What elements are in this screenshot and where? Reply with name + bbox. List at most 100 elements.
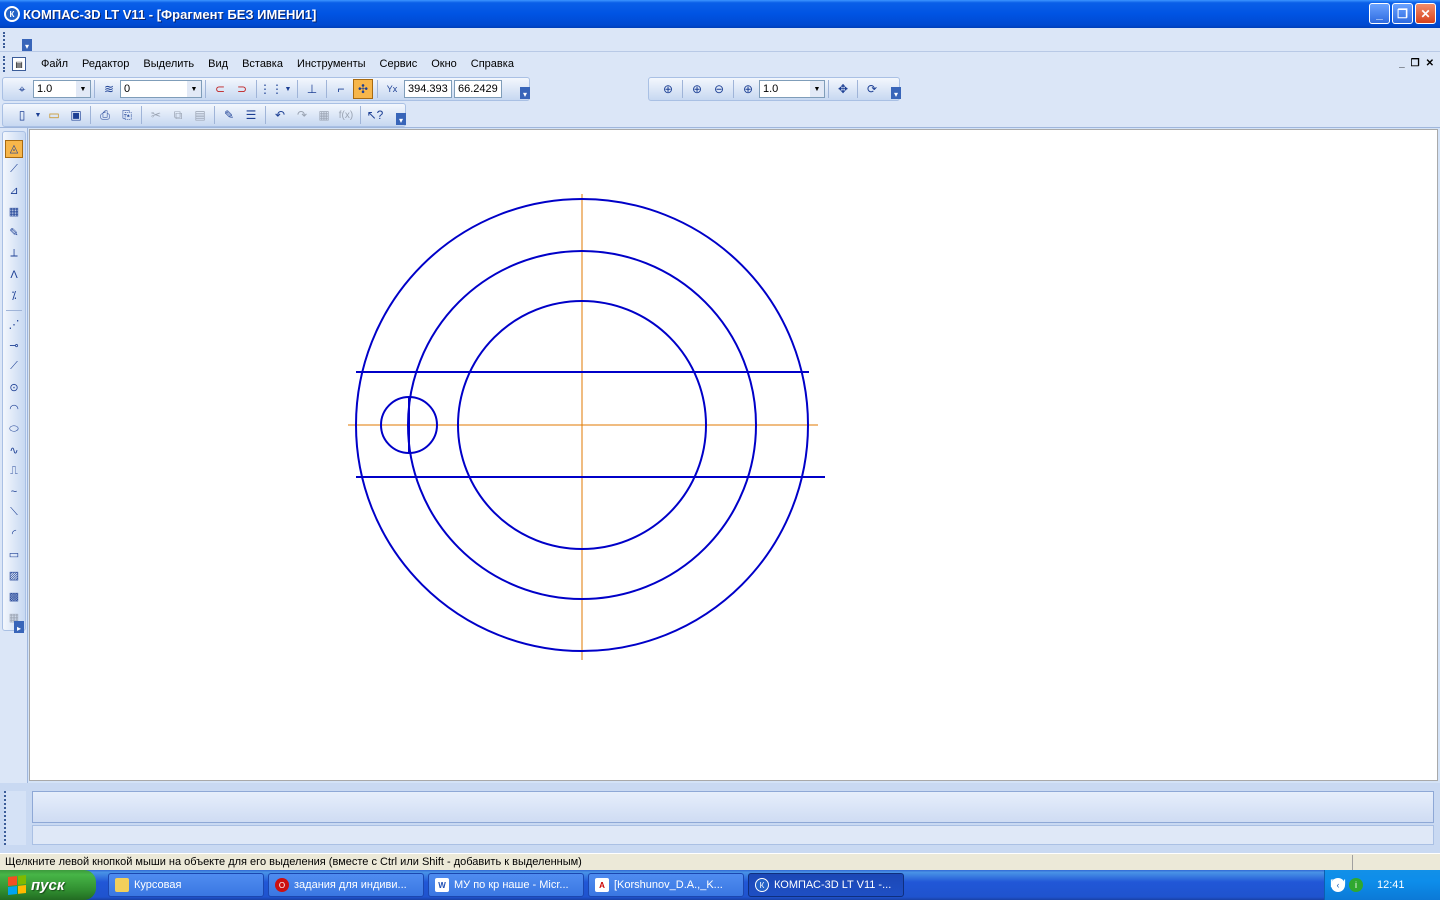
print-preview-icon[interactable]: ⎙ <box>95 105 115 125</box>
info-icon[interactable]: i <box>1349 878 1363 892</box>
redo-icon[interactable]: ↷ <box>292 105 312 125</box>
zoom-in-icon[interactable]: ⊕ <box>687 79 707 99</box>
undo-icon[interactable]: ↶ <box>270 105 290 125</box>
mdi-close-button[interactable]: ✕ <box>1426 58 1434 69</box>
fill-tool-icon[interactable]: ▩ <box>5 588 23 605</box>
toolbar-chevron-icon[interactable]: ▾ <box>22 39 32 51</box>
copy-icon[interactable]: ⧉ <box>168 105 188 125</box>
arc-tool-icon[interactable]: ◠ <box>5 399 23 416</box>
snap-mode-icon[interactable]: ✣ <box>353 79 373 99</box>
new-document-icon[interactable]: ▯ <box>12 105 32 125</box>
menu-editor[interactable]: Редактор <box>75 58 136 70</box>
grid-icon[interactable]: ⋮⋮ <box>259 79 283 99</box>
snap-point-icon[interactable]: ⌖ <box>12 79 32 99</box>
compact-panel-buttons: ◬ ⟋ ⊿ ▦ ✎ ⟂ Λ ⁒ ⋰ ⊸ ⟋ ⊙ ◠ ⬭ ∿ ⎍ ~ ⟍ ◜ ▭ … <box>2 131 26 631</box>
save-icon[interactable]: ▣ <box>66 105 86 125</box>
print-icon[interactable]: ⎘ <box>117 105 137 125</box>
zoom-combo[interactable]: 1.0 ▼ <box>759 80 825 98</box>
task-opera[interactable]: O задания для индиви... <box>268 873 424 897</box>
spec-tab-icon[interactable]: ⁒ <box>5 287 23 304</box>
minimize-button[interactable]: _ <box>1369 3 1390 24</box>
compact-panel: ◬ ⟋ ⊿ ▦ ✎ ⟂ Λ ⁒ ⋰ ⊸ ⟋ ⊙ ◠ ⬭ ∿ ⎍ ~ ⟍ ◜ ▭ … <box>0 128 28 788</box>
hatch-tool-icon[interactable]: ▨ <box>5 567 23 584</box>
menu-tools[interactable]: Инструменты <box>290 58 373 70</box>
designations-tab-icon[interactable]: ⊿ <box>5 182 23 199</box>
parametrization-tab-icon[interactable]: ✎ <box>5 224 23 241</box>
mdi-restore-button[interactable]: ❐ <box>1411 58 1420 69</box>
menu-file[interactable]: Файл <box>34 58 75 70</box>
layer-combo[interactable]: 0 ▼ <box>120 80 202 98</box>
menu-help[interactable]: Справка <box>464 58 521 70</box>
document-icon[interactable]: ▤ <box>12 57 26 71</box>
language-indicator[interactable]: RU <box>1330 878 1346 890</box>
spline-tool-icon[interactable]: ∿ <box>5 441 23 458</box>
menu-select[interactable]: Выделить <box>136 58 201 70</box>
library-icon[interactable]: ▦ <box>314 105 334 125</box>
drawing-canvas[interactable] <box>29 129 1438 781</box>
fillet-tool-icon[interactable]: ◜ <box>5 525 23 542</box>
cut-icon[interactable]: ✂ <box>146 105 166 125</box>
properties-icon[interactable]: ☰ <box>241 105 261 125</box>
chevron-down-icon[interactable]: ▼ <box>810 81 824 97</box>
aux-line-tool-icon[interactable]: ⊸ <box>5 337 23 354</box>
local-cs-icon[interactable]: ⊥ <box>302 79 322 99</box>
layers-icon[interactable]: ≋ <box>99 79 119 99</box>
geometry-tab-icon[interactable]: ◬ <box>5 140 23 158</box>
paste-icon[interactable]: ▤ <box>190 105 210 125</box>
toolbar-chevron-icon[interactable]: ▾ <box>396 113 406 125</box>
zoom-scale-icon[interactable]: ⊕ <box>738 79 758 99</box>
measure-tab-icon[interactable]: ⟂ <box>5 245 23 262</box>
chevron-down-icon[interactable]: ▼ <box>76 81 90 97</box>
open-folder-icon[interactable]: ▭ <box>44 105 64 125</box>
start-button[interactable]: пуск <box>0 870 96 900</box>
restore-button[interactable]: ❐ <box>1392 3 1413 24</box>
task-pdf[interactable]: A [Korshunov_D.A.,_K... <box>588 873 744 897</box>
editing-tab-icon[interactable]: ▦ <box>5 203 23 220</box>
windows-logo-icon <box>8 875 26 895</box>
mdi-minimize-button[interactable]: _ <box>1399 58 1405 69</box>
ellipse-tool-icon[interactable]: ⬭ <box>5 420 23 437</box>
chevron-down-icon[interactable]: ▼ <box>187 81 201 97</box>
toolbar-grip[interactable] <box>3 32 6 48</box>
dimensions-tab-icon[interactable]: ⟋ <box>5 161 23 178</box>
grid-dropdown-icon[interactable]: ▼ <box>283 79 293 99</box>
menu-grip[interactable] <box>3 56 6 72</box>
menu-window[interactable]: Окно <box>424 58 464 70</box>
refresh-view-icon[interactable]: ⟳ <box>862 79 882 99</box>
coord-x-field[interactable]: 394.393 <box>404 80 452 98</box>
context-help-icon[interactable]: ↖? <box>365 105 385 125</box>
params-toolbar-row: ⌖ 1.0 ▼ ≋ 0 ▼ ⊂ ⊃ ⋮⋮ ▼ ⊥ ⌐ ✣ Yx 394.393 … <box>0 76 1440 102</box>
magnet-local-icon[interactable]: ⊃ <box>232 79 252 99</box>
step-combo[interactable]: 1.0 ▼ <box>33 80 91 98</box>
format-brush-icon[interactable]: ✎ <box>219 105 239 125</box>
toolbar-chevron-icon[interactable]: ▾ <box>891 87 901 99</box>
properties-panel-grip[interactable] <box>4 791 26 845</box>
zoom-out-icon[interactable]: ⊖ <box>709 79 729 99</box>
segment-tool-icon[interactable]: ⟋ <box>5 358 23 375</box>
toolbar-chevron-icon[interactable]: ▾ <box>520 87 530 99</box>
task-kompas[interactable]: К КОМПАС-3D LT V11 -... <box>748 873 904 897</box>
clock[interactable]: 12:41 <box>1377 879 1405 891</box>
point-tool-icon[interactable]: ⋰ <box>5 316 23 333</box>
close-button[interactable]: ✕ <box>1415 3 1436 24</box>
menu-service[interactable]: Сервис <box>373 58 425 70</box>
menu-insert[interactable]: Вставка <box>235 58 290 70</box>
coord-y-field[interactable]: 66.2429 <box>454 80 502 98</box>
pan-icon[interactable]: ✥ <box>833 79 853 99</box>
zoom-window-icon[interactable]: ⊕ <box>658 79 678 99</box>
fragment-drawing[interactable] <box>30 130 1439 782</box>
magnet-icon[interactable]: ⊂ <box>210 79 230 99</box>
task-word[interactable]: W МУ по кр наше - Micr... <box>428 873 584 897</box>
rectangle-tool-icon[interactable]: ▭ <box>5 546 23 563</box>
panel-chevron-icon[interactable]: ▸ <box>14 621 24 633</box>
polyline-tool-icon[interactable]: ⎍ <box>5 462 23 479</box>
chamfer-tool-icon[interactable]: ⟍ <box>5 504 23 521</box>
new-dropdown-icon[interactable]: ▼ <box>34 105 42 125</box>
ortho-mode-icon[interactable]: ⌐ <box>331 79 351 99</box>
variables-icon[interactable]: f(x) <box>336 105 356 125</box>
circle-tool-icon[interactable]: ⊙ <box>5 379 23 396</box>
task-folder[interactable]: Курсовая <box>108 873 264 897</box>
menu-view[interactable]: Вид <box>201 58 235 70</box>
bezier-tool-icon[interactable]: ~ <box>5 483 23 500</box>
selection-tab-icon[interactable]: Λ <box>5 266 23 283</box>
